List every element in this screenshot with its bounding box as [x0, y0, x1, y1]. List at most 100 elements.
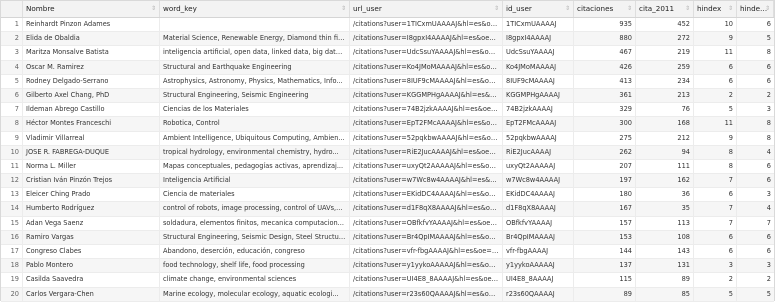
table-row[interactable]: 6 Gilberto Axel Chang, PhD Structural Engi…	[1, 88, 774, 104]
table-row[interactable]: 4 Oscar M. Ramirez Structural and Earthqua…	[1, 60, 774, 75]
table-row[interactable]: 17 Congreso Clabes Abandono, deserción, ed…	[1, 245, 774, 260]
header-cell-hindex-2011[interactable]: hindex_2011⇕	[737, 1, 774, 17]
table-row[interactable]: 8 Héctor Montes Franceschi Robotica, Contr…	[1, 117, 774, 132]
cell-hindex: 6	[694, 188, 737, 202]
cell-word-key: Ambient Intelligence, Ubiquitous Computi…	[160, 131, 350, 145]
cell-nombre: Héctor Montes Franceschi	[23, 117, 160, 131]
cell-citaciones: 197	[574, 174, 636, 188]
cell-hindex: 3	[694, 259, 737, 273]
sort-icon[interactable]: ⇕	[341, 1, 346, 17]
cell-url-user: /citations?user=74B2jzkAAAAJ&hl=es&oe=AS…	[350, 103, 503, 117]
cell-cita-2011: 219	[636, 46, 694, 60]
cell-word-key: Mapas conceptuales, pedagogías activas, …	[160, 159, 350, 174]
row-index: 1	[1, 18, 23, 32]
cell-id-user: r23s60QAAAAJ	[503, 287, 574, 301]
cell-hindex: 7	[694, 216, 737, 230]
cell-cita-2011: 89	[636, 273, 694, 287]
cell-hindex-2011: 2	[766, 90, 771, 99]
sort-icon[interactable]: ⇕	[494, 1, 499, 17]
header-cell-word-key[interactable]: word_key ⇕	[160, 1, 350, 17]
header-cell-nombre[interactable]: Nombre ⇕	[23, 1, 160, 17]
cell-url-user: /citations?user=uxyQt2AAAAAJ&hl=es&oe=AS…	[350, 159, 503, 174]
header-cell-url-user[interactable]: url_user ⇕	[350, 1, 503, 17]
cell-url-user: /citations?user=UI4E8_8AAAAJ&hl=es&oe=AS…	[350, 273, 503, 287]
cell-nombre: Cristian Iván Pinzón Trejos	[23, 174, 160, 188]
table-row[interactable]: 19 Casilda Saavedra climate change, enviro…	[1, 273, 774, 288]
cell-nombre: Eleicer Ching Prado	[23, 188, 160, 202]
cell-id-user: EpT2FMcAAAAJ	[503, 117, 574, 131]
cell-citaciones: 262	[574, 145, 636, 159]
cell-citaciones: 935	[574, 18, 636, 32]
sort-icon[interactable]: ⇕	[627, 1, 632, 17]
table-row[interactable]: 18 Pablo Montero food technology, shelf li…	[1, 259, 774, 274]
cell-citaciones: 300	[574, 117, 636, 131]
cell-cita-2011: 131	[636, 259, 694, 273]
row-index: 13	[1, 188, 23, 202]
header-cell-cita-2011[interactable]: cita_2011 ⇕	[636, 1, 694, 17]
sort-icon[interactable]: ⇕	[151, 1, 156, 17]
header-cell-citaciones[interactable]: citaciones ⇕	[574, 1, 636, 17]
sort-icon[interactable]: ⇕	[565, 1, 570, 17]
cell-nombre: Reinhardt Pinzon Adames	[23, 18, 160, 32]
cell-citaciones: 89	[574, 287, 636, 301]
table-row[interactable]: 9 Vladimir Villarreal Ambient Intelligence…	[1, 131, 774, 146]
cell-cita-2011: 111	[636, 159, 694, 174]
table-row[interactable]: 3 Maritza Monsalve Batista inteligencia ar…	[1, 46, 774, 61]
cell-cita-2011: 76	[636, 103, 694, 117]
sort-icon[interactable]: ⇕	[685, 1, 690, 17]
cell-hindex: 11	[694, 117, 737, 131]
table-row[interactable]: 1 Reinhardt Pinzon Adames/citations?user=…	[1, 18, 774, 33]
cell-url-user: /citations?user=I8gpxI4AAAAJ&hl=es&oe=AS…	[350, 32, 503, 46]
cell-citaciones: 157	[574, 216, 636, 230]
table-row[interactable]: 7 Ildeman Abrego Castillo Ciencias de los …	[1, 103, 774, 118]
cell-url-user: /citations?user=KGGMPHgAAAAJ&hl=es&oe=AS…	[350, 88, 503, 103]
cell-citaciones: 467	[574, 46, 636, 60]
cell-nombre: Oscar M. Ramirez	[23, 60, 160, 74]
header-cell-hindex[interactable]: hindex ⇕	[694, 1, 737, 17]
cell-hindex: 2	[694, 273, 737, 287]
header-cell-index[interactable]	[1, 1, 23, 17]
table-row[interactable]: 15 Adan Vega Saenz soldadura, elementos fi…	[1, 216, 774, 231]
table-row[interactable]: 20 Carlos Vergara-Chen Marine ecology, mol…	[1, 287, 774, 302]
row-index: 16	[1, 230, 23, 244]
cell-url-user: /citations?user=8IUF9cMAAAAJ&hl=es&oe=AS…	[350, 74, 503, 88]
row-index: 6	[1, 88, 23, 103]
cell-id-user: RiE2JucAAAAJ	[503, 145, 574, 159]
cell-hindex: 9	[694, 131, 737, 145]
cell-citaciones: 275	[574, 131, 636, 145]
cell-word-key: Structural Engineering, Seismic Engineer…	[160, 88, 350, 103]
cell-nombre: Casilda Saavedra	[23, 273, 160, 287]
table-row[interactable]: 11 Norma L. Miller Mapas conceptuales, ped…	[1, 159, 774, 175]
cell-nombre: Adan Vega Saenz	[23, 216, 160, 230]
header-cell-id-user[interactable]: id_user ⇕	[503, 1, 574, 17]
cell-hindex-2011: 2	[766, 275, 771, 284]
table-row[interactable]: 2 Elida de Obaldia Material Science, Renew…	[1, 32, 774, 47]
cell-citaciones: 361	[574, 88, 636, 103]
table-row[interactable]: 13 Eleicer Ching Prado Ciencia de material…	[1, 188, 774, 203]
cell-url-user: /citations?user=d1F8qX8AAAAJ&hl=es&oe=AS…	[350, 202, 503, 216]
cell-nombre: Carlos Vergara-Chen	[23, 287, 160, 301]
cell-word-key: food technology, shelf life, food proces…	[160, 259, 350, 273]
cell-id-user: y1yykoAAAAAJ	[503, 259, 574, 273]
cell-nombre: Elida de Obaldia	[23, 32, 160, 46]
cell-word-key: control of robots, image processing, con…	[160, 202, 350, 216]
cell-id-user: EKidDC4AAAAJ	[503, 188, 574, 202]
cell-cita-2011: 108	[636, 230, 694, 244]
cell-hindex: 7	[694, 202, 737, 216]
cell-id-user: d1F8qX8AAAAJ	[503, 202, 574, 216]
cell-url-user: /citations?user=UdcSsuYAAAAJ&hl=es&oe=AS…	[350, 46, 503, 60]
cell-hindex: 8	[694, 145, 737, 159]
cell-citaciones: 329	[574, 103, 636, 117]
table-row[interactable]: 14 Humberto Rodríguez control of robots, i…	[1, 202, 774, 217]
cell-cita-2011: 234	[636, 74, 694, 88]
sort-icon[interactable]: ⇕	[765, 1, 770, 17]
table-row[interactable]: 12 Cristian Iván Pinzón Trejos Inteligenci…	[1, 174, 774, 189]
table-row[interactable]: 16 Ramiro Vargas Structural Engineering, S…	[1, 230, 774, 245]
table-row[interactable]: 5 Rodney Delgado-Serrano Astrophysics, Ast…	[1, 74, 774, 89]
row-index: 7	[1, 103, 23, 117]
cell-url-user: /citations?user=w7Wc8w4AAAAJ&hl=es&oe=AS…	[350, 174, 503, 188]
cell-url-user: /citations?user=vfr-fbgAAAAJ&hl=es&oe=AS…	[350, 245, 503, 259]
sort-icon[interactable]: ⇕	[728, 1, 733, 17]
table-row[interactable]: 10 JOSE R. FABREGA-DUQUE tropical hydrolog…	[1, 145, 774, 160]
cell-word-key: Ciencia de materiales	[160, 188, 350, 202]
